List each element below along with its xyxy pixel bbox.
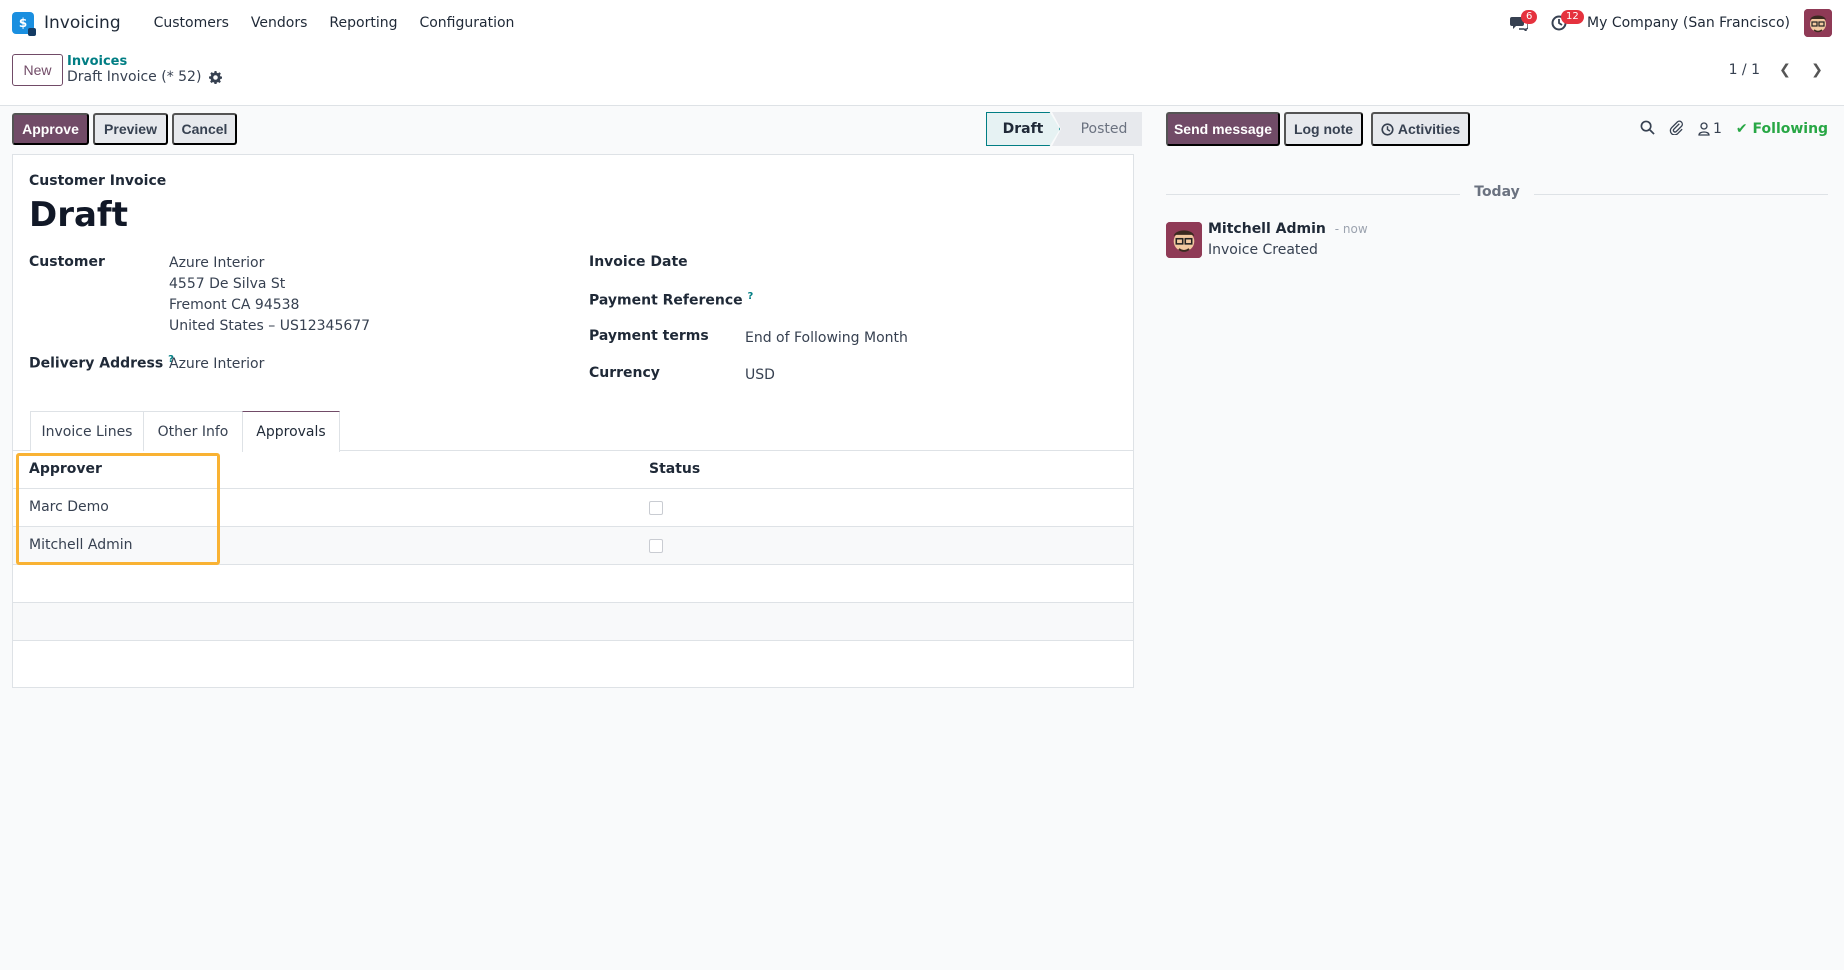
author-avatar-image	[1166, 222, 1202, 258]
customer-city: Fremont CA 94538	[169, 297, 300, 313]
customer-name: Azure Interior	[169, 255, 265, 271]
customer-label: Customer	[29, 254, 105, 270]
payment-reference-label-text: Payment Reference	[589, 292, 743, 309]
control-panel: New Invoices Draft Invoice (* 52) 1 / 1 …	[0, 46, 1844, 106]
delivery-address-label-text: Delivery Address	[29, 355, 164, 372]
messages-button[interactable]: 6	[1499, 0, 1539, 46]
payment-terms-label: Payment terms	[589, 328, 709, 344]
delivery-address-field[interactable]: Azure Interior	[169, 354, 264, 375]
payment-reference-label: Payment Reference ?	[589, 291, 753, 309]
status-posted[interactable]: Posted	[1052, 112, 1142, 146]
chevron-left-icon: ❮	[1779, 62, 1791, 78]
gear-icon[interactable]	[209, 71, 223, 84]
following-label: Following	[1752, 121, 1829, 137]
invoice-date-input[interactable]	[745, 252, 1125, 274]
document-type: Customer Invoice	[29, 173, 167, 189]
user-icon	[1698, 122, 1710, 136]
message-timestamp: - now	[1334, 222, 1368, 236]
day-separator-label: Today	[1474, 184, 1520, 200]
user-avatar[interactable]	[1804, 9, 1832, 37]
customer-street: 4557 De Silva St	[169, 276, 286, 292]
check-icon: ✔	[1735, 121, 1748, 137]
company-switcher[interactable]: My Company (San Francisco)	[1587, 15, 1790, 31]
top-navbar: $ Invoicing Customers Vendors Reporting …	[0, 0, 1844, 46]
status-bar: Draft Posted	[986, 112, 1142, 146]
message-body: Invoice Created	[1208, 242, 1318, 258]
invoice-date-label: Invoice Date	[589, 254, 688, 270]
status-draft[interactable]: Draft	[986, 112, 1060, 146]
main-menu: Customers Vendors Reporting Configuratio…	[143, 15, 526, 31]
message-author-name[interactable]: Mitchell Admin	[1208, 221, 1326, 237]
activities-button[interactable]: Activities	[1371, 112, 1470, 146]
tab-other-info[interactable]: Other Info	[143, 411, 243, 451]
message-author-avatar[interactable]	[1166, 222, 1202, 258]
currency-field[interactable]: USD	[745, 365, 775, 386]
clock-icon	[1381, 122, 1394, 136]
breadcrumb: Invoices Draft Invoice (* 52)	[67, 54, 223, 86]
day-separator: Today	[1166, 184, 1828, 204]
payment-terms-field[interactable]: End of Following Month	[745, 328, 908, 349]
app-name[interactable]: Invoicing	[44, 13, 121, 33]
cancel-button[interactable]: Cancel	[172, 113, 237, 145]
approvals-table: Approver Status Marc Demo Mitchell Admin	[13, 451, 1133, 641]
status-checkbox[interactable]	[649, 539, 663, 553]
empty-row	[13, 603, 1133, 641]
pager-value[interactable]: 1 / 1	[1729, 62, 1760, 78]
send-message-button[interactable]: Send message	[1166, 112, 1280, 146]
chevron-right-icon: ❯	[1811, 62, 1823, 78]
user-avatar-image	[1804, 9, 1832, 37]
record-title-text: Draft Invoice (* 52)	[67, 69, 202, 85]
notebook-tabs: Invoice Lines Other Info Approvals	[13, 411, 1133, 452]
menu-configuration[interactable]: Configuration	[408, 15, 525, 31]
table-row[interactable]: Marc Demo	[13, 489, 1133, 527]
activities-count-badge: 12	[1561, 10, 1584, 24]
approver-name: Marc Demo	[29, 499, 109, 515]
messages-count-badge: 6	[1521, 10, 1538, 24]
currency-label: Currency	[589, 365, 660, 381]
separator-line	[1534, 194, 1828, 195]
new-button[interactable]: New	[12, 54, 63, 86]
approver-name: Mitchell Admin	[29, 537, 133, 553]
activities-button[interactable]: 12	[1539, 0, 1584, 46]
payment-reference-input[interactable]	[745, 289, 1125, 311]
paperclip-icon[interactable]	[1669, 120, 1684, 139]
column-status[interactable]: Status	[649, 461, 700, 477]
tab-invoice-lines[interactable]: Invoice Lines	[30, 411, 144, 451]
column-approver[interactable]: Approver	[29, 461, 102, 477]
pager-previous-button[interactable]: ❮	[1772, 56, 1798, 84]
chatter-tools: 1 ✔ Following	[1640, 112, 1828, 146]
menu-customers[interactable]: Customers	[143, 15, 240, 31]
menu-vendors[interactable]: Vendors	[240, 15, 318, 31]
menu-reporting[interactable]: Reporting	[318, 15, 408, 31]
invoicing-app-icon[interactable]: $	[12, 12, 36, 36]
customer-field[interactable]: Azure Interior 4557 De Silva St Fremont …	[169, 253, 370, 337]
systray: 6 12 My Company (San Francisco)	[1499, 0, 1832, 46]
delivery-address-label: Delivery Address ?	[29, 354, 174, 372]
log-note-button[interactable]: Log note	[1284, 112, 1363, 146]
search-icon[interactable]	[1640, 120, 1655, 139]
status-checkbox[interactable]	[649, 501, 663, 515]
activities-label: Activities	[1397, 121, 1461, 137]
pager: 1 / 1 ❮ ❯	[1729, 56, 1830, 84]
document-title: Draft	[29, 195, 128, 235]
followers-count: 1	[1713, 121, 1722, 137]
pager-next-button[interactable]: ❯	[1804, 56, 1830, 84]
form-sheet: Customer Invoice Draft Customer Azure In…	[12, 154, 1134, 688]
empty-row	[13, 565, 1133, 603]
table-header: Approver Status	[13, 451, 1133, 489]
followers-button[interactable]: 1	[1698, 121, 1722, 137]
preview-button[interactable]: Preview	[93, 113, 168, 145]
approve-button[interactable]: Approve	[12, 113, 89, 145]
customer-country-vat: United States – US12345677	[169, 318, 371, 334]
breadcrumb-invoices-link[interactable]: Invoices	[67, 54, 222, 69]
message-author: Mitchell Admin - now	[1208, 221, 1368, 237]
tab-approvals[interactable]: Approvals	[242, 411, 340, 452]
following-button[interactable]: ✔ Following	[1736, 121, 1828, 137]
record-title: Draft Invoice (* 52)	[67, 69, 223, 86]
table-row[interactable]: Mitchell Admin	[13, 527, 1133, 565]
